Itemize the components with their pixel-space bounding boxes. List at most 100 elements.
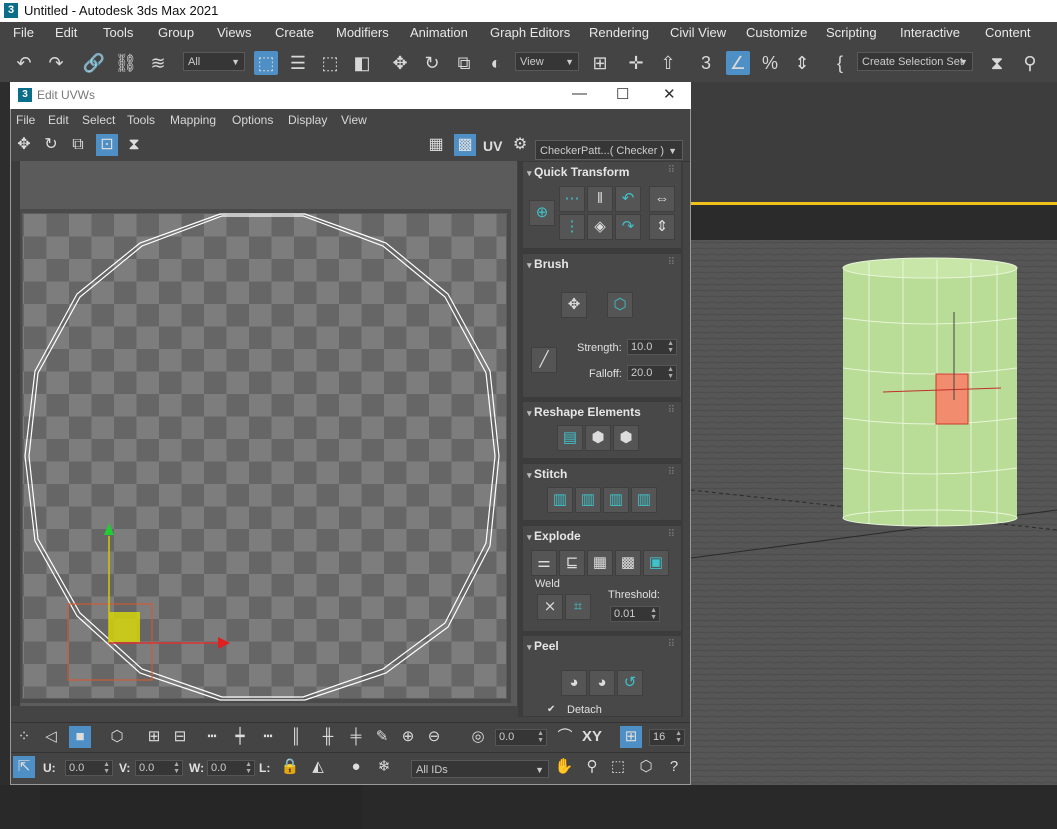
mirror-icon[interactable]: ⧗ (985, 51, 1009, 75)
quick-peel-icon[interactable]: ◕ (561, 670, 587, 696)
bind-space-warp-icon[interactable]: ≋ (146, 51, 170, 75)
falloff-curve-icon[interactable]: ⌒ (554, 726, 576, 748)
uvw-menu-select[interactable]: Select (82, 113, 115, 127)
set-pivot-icon[interactable]: ⊕ (529, 200, 555, 226)
v-spinner[interactable]: 0.0 ▲ ▼ (135, 760, 183, 776)
loop-icon[interactable]: ┅ (201, 726, 223, 748)
stitch-average-icon[interactable]: ▥ (603, 487, 629, 513)
absolute-offset-icon[interactable]: ⇱ (13, 756, 35, 778)
xy-toggle[interactable]: XY (582, 728, 602, 745)
stitch-to-source-icon[interactable]: ▥ (631, 487, 657, 513)
show-map-icon[interactable]: ▦ (425, 134, 447, 156)
shrink-selection-icon[interactable]: ⊟ (169, 726, 191, 748)
grid-snap-icon[interactable]: ⊞ (620, 726, 642, 748)
falloff-spinner[interactable]: 20.0 ▲ ▼ (627, 365, 677, 381)
align-horizontal-icon[interactable]: ⋯ (559, 186, 585, 212)
redo-icon[interactable]: ↷ (44, 51, 68, 75)
uv-move-icon[interactable]: ✥ (13, 134, 35, 156)
linear-align-icon[interactable]: ◈ (587, 214, 613, 240)
break-icon[interactable]: ⚌ (531, 550, 557, 576)
zoom-region-icon[interactable]: ⬚ (607, 756, 629, 778)
uvw-menu-display[interactable]: Display (288, 113, 327, 127)
grid-spinner[interactable]: 16 ▲ ▼ (649, 729, 685, 746)
undo-icon[interactable]: ↶ (12, 51, 36, 75)
checker-map-dropdown[interactable]: CheckerPatt...( Checker ) ▼ (535, 140, 683, 160)
menu-graph-editors[interactable]: Graph Editors (490, 25, 570, 40)
uv-scale-icon[interactable]: ⧉ (67, 134, 89, 156)
edge-mode-icon[interactable]: ◁ (40, 726, 62, 748)
detach-checkbox[interactable]: ✔ (547, 704, 555, 715)
move-icon[interactable]: ✥ (388, 51, 412, 75)
threshold-spinner[interactable]: 0.01 ▲ ▼ (610, 606, 660, 622)
paint-shrink-icon[interactable]: ⊖ (423, 726, 445, 748)
menu-civil-view[interactable]: Civil View (670, 25, 726, 40)
window-crossing-icon[interactable]: ◧ (350, 51, 374, 75)
vertex-mode-icon[interactable]: ⁘ (13, 726, 35, 748)
menu-group[interactable]: Group (158, 25, 194, 40)
peel-mode-icon[interactable]: ◕ (589, 670, 615, 696)
snowflake-icon[interactable]: ❄ (373, 756, 395, 778)
menu-animation[interactable]: Animation (410, 25, 468, 40)
uv-grid-icon[interactable]: ▩ (454, 134, 476, 156)
strength-spinner[interactable]: 10.0 ▲ ▼ (627, 339, 677, 355)
ring-grow-icon[interactable]: ╫ (317, 726, 339, 748)
menu-scripting[interactable]: Scripting (826, 25, 877, 40)
quick-transform-title[interactable]: Quick Transform (527, 165, 629, 179)
keyboard-shortcut-override-icon[interactable]: ⇧ (656, 51, 680, 75)
uvw-menu-edit[interactable]: Edit (48, 113, 69, 127)
link-icon[interactable]: 🔗 (82, 51, 106, 75)
uvw-menu-mapping[interactable]: Mapping (170, 113, 216, 127)
snaps-toggle-icon[interactable]: 3 (694, 51, 718, 75)
uv-mirror-icon[interactable]: ⧗ (123, 134, 145, 156)
menu-edit[interactable]: Edit (55, 25, 77, 40)
rectangular-selection-icon[interactable]: ⬚ (318, 51, 342, 75)
zoom-icon[interactable]: ⚲ (581, 756, 603, 778)
straighten-selection-icon[interactable]: ▤ (557, 425, 583, 451)
ring-shrink-icon[interactable]: ╪ (345, 726, 367, 748)
stitch-to-target-icon[interactable]: ▥ (575, 487, 601, 513)
uv-freeform-icon[interactable]: ⊡ (96, 134, 118, 156)
maximize-icon[interactable]: ☐ (616, 85, 629, 103)
menu-content[interactable]: Content (985, 25, 1031, 40)
uvw-menu-options[interactable]: Options (232, 113, 273, 127)
uv-left-scrollbar[interactable] (11, 161, 20, 706)
explode-title[interactable]: Explode (527, 529, 581, 543)
zoom-extents-icon[interactable]: ⬡ (635, 756, 657, 778)
select-object-icon[interactable]: ⬚ (254, 51, 278, 75)
align-icon[interactable]: ⚲ (1018, 51, 1042, 75)
ring-icon[interactable]: ║ (285, 726, 307, 748)
space-vertical-icon[interactable]: ⇕ (649, 214, 675, 240)
hide-icon[interactable]: ◭ (307, 756, 329, 778)
rotate-ccw-icon[interactable]: ↶ (615, 186, 641, 212)
menu-modifiers[interactable]: Modifiers (336, 25, 389, 40)
angle-snap-icon[interactable]: ∠ (726, 51, 750, 75)
help-icon[interactable]: ? (663, 756, 685, 778)
unlink-icon[interactable]: ⛓ (114, 51, 138, 75)
menu-interactive[interactable]: Interactive (900, 25, 960, 40)
scale-icon[interactable]: ⧉ (452, 51, 476, 75)
weld-target-icon[interactable]: ⌗ (565, 594, 591, 620)
rotate-icon[interactable]: ↻ (420, 51, 444, 75)
rotate-cw-icon[interactable]: ↷ (615, 214, 641, 240)
loop-shrink-icon[interactable]: ┅ (257, 726, 279, 748)
selection-filter-dropdown[interactable]: All ▼ (183, 52, 245, 71)
uvw-menu-view[interactable]: View (341, 113, 367, 127)
uv-options-icon[interactable]: ⚙ (509, 134, 531, 156)
align-to-edge-icon[interactable]: ⋮ (559, 214, 585, 240)
relax-until-flat-icon[interactable]: ⬢ (585, 425, 611, 451)
relax-brush-icon[interactable]: ⬡ (607, 292, 633, 318)
menu-tools[interactable]: Tools (103, 25, 133, 40)
flatten-by-smoothing-icon[interactable]: ▩ (615, 550, 641, 576)
uvw-menu-tools[interactable]: Tools (127, 113, 155, 127)
freeze-icon[interactable]: ● (345, 756, 367, 778)
stitch-custom-icon[interactable]: ▥ (547, 487, 573, 513)
grow-selection-icon[interactable]: ⊞ (143, 726, 165, 748)
menu-views[interactable]: Views (217, 25, 251, 40)
select-manipulate-icon[interactable]: ✛ (624, 51, 648, 75)
reference-coord-dropdown[interactable]: View ▼ (515, 52, 579, 71)
close-icon[interactable]: ✕ (663, 85, 676, 103)
pan-icon[interactable]: ✋ (553, 756, 575, 778)
align-vertical-icon[interactable]: ‖ (587, 186, 613, 212)
menu-rendering[interactable]: Rendering (589, 25, 649, 40)
reset-peel-icon[interactable]: ↺ (617, 670, 643, 696)
